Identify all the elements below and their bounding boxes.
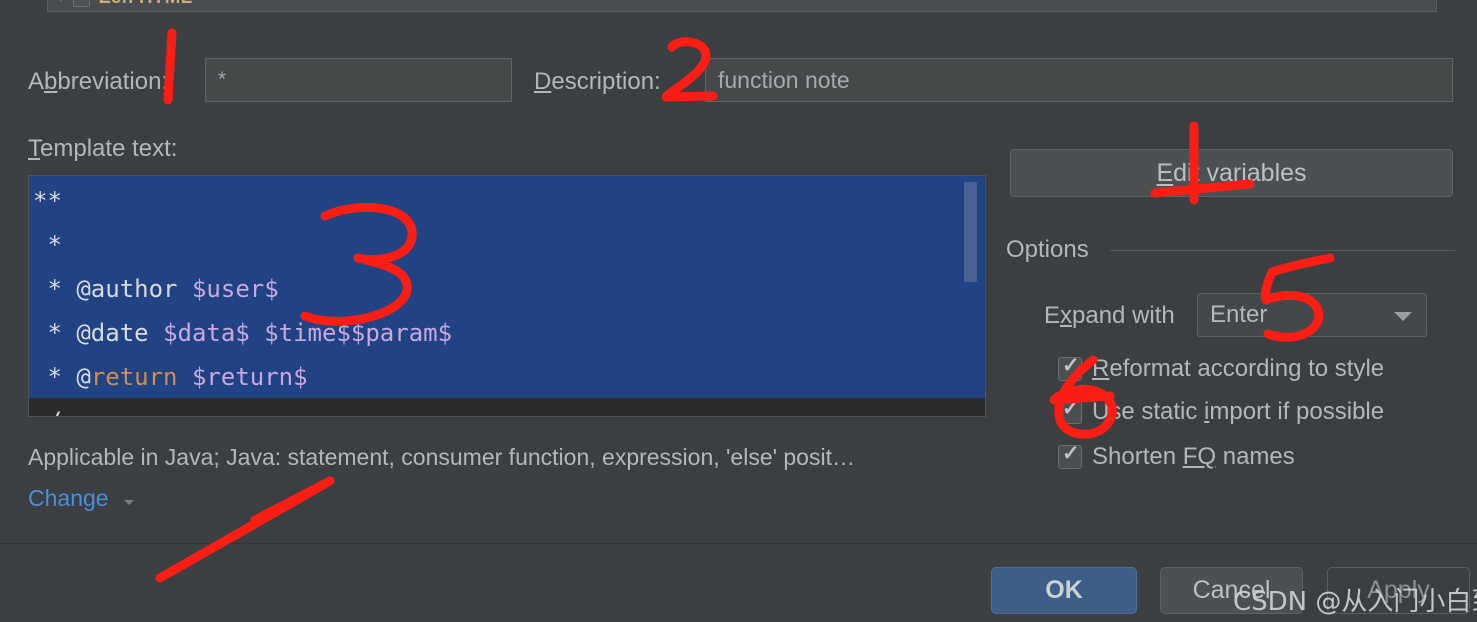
change-context-link[interactable]: Change	[28, 485, 109, 512]
template-tree-strip: Zen HTML	[0, 0, 1477, 12]
code-line: *	[33, 223, 452, 267]
code-token: *	[33, 231, 62, 259]
code-token: $return$	[191, 363, 308, 391]
template-text-editor[interactable]: ** * * @author $user$ * @date $data$ $ti…	[28, 175, 986, 417]
abbreviation-description-row: Abbreviation: * Description: function no…	[0, 58, 1477, 106]
editor-scrollbar-thumb[interactable]	[964, 182, 977, 282]
cancel-button[interactable]: Cancel	[1160, 567, 1303, 614]
checkbox-icon[interactable]	[1058, 441, 1082, 469]
live-templates-dialog: Zen HTML Abbreviation: * Description: fu…	[0, 0, 1477, 622]
expand-with-select[interactable]: Enter	[1197, 293, 1427, 337]
tree-item-checkbox[interactable]	[73, 0, 90, 7]
expand-with-label: Expand with	[1044, 302, 1175, 329]
code-token: /	[33, 407, 61, 416]
options-section-title: Options	[1006, 236, 1089, 263]
apply-button[interactable]: Apply	[1327, 567, 1470, 614]
code-token: **	[33, 187, 62, 215]
checkbox-icon[interactable]	[1058, 396, 1082, 424]
checkbox-use-static-import[interactable]: Use static import if possible	[1058, 396, 1385, 426]
description-input[interactable]: function note	[705, 58, 1453, 102]
code-token: *	[33, 319, 77, 347]
code-line: * @author $user$	[33, 267, 452, 311]
options-divider	[1110, 250, 1455, 251]
chevron-down-icon[interactable]	[1394, 312, 1412, 321]
template-code: ** * * @author $user$ * @date $data$ $ti…	[33, 179, 452, 416]
checkbox-reformat-according-to-style[interactable]: Reformat according to style	[1058, 353, 1385, 383]
checkbox-label: Shorten FQ names	[1092, 443, 1295, 470]
checkbox-shorten-fq-names[interactable]: Shorten FQ names	[1058, 441, 1295, 471]
code-token: $data$ $time$$param$	[163, 319, 453, 347]
abbreviation-input[interactable]: *	[205, 58, 512, 102]
template-text-label: Template text:	[28, 135, 178, 162]
code-token: $user$	[191, 275, 279, 303]
abbreviation-label: Abbreviation:	[28, 68, 169, 95]
chevron-down-icon[interactable]	[124, 500, 134, 505]
ok-button[interactable]: OK	[991, 567, 1137, 614]
dialog-footer: OK Cancel Apply	[0, 544, 1477, 622]
code-token: return	[90, 363, 178, 391]
checkbox-label: Reformat according to style	[1092, 355, 1385, 382]
checkbox-label: Use static import if possible	[1092, 398, 1385, 425]
description-label: Description:	[534, 68, 661, 95]
code-token: *	[33, 363, 77, 391]
checkbox-icon[interactable]	[1058, 353, 1082, 381]
code-line: * @date $data$ $time$$param$	[33, 311, 452, 355]
chevron-down-icon[interactable]	[57, 0, 65, 1]
code-token: @date	[76, 319, 149, 347]
code-line: * @return $return$	[33, 355, 452, 399]
code-token: @	[76, 363, 91, 391]
expand-with-value: Enter	[1210, 301, 1268, 328]
code-line: /	[33, 399, 452, 416]
edit-variables-button[interactable]: Edit variables	[1010, 149, 1453, 197]
tree-item-label: Zen HTML	[99, 0, 192, 9]
code-token: @author	[76, 275, 178, 303]
dialog-body: Abbreviation: * Description: function no…	[0, 12, 1477, 542]
code-line: **	[33, 179, 452, 223]
tree-item-zen-html[interactable]: Zen HTML	[47, 0, 1437, 12]
applicable-context-text: Applicable in Java; Java: statement, con…	[28, 444, 855, 470]
code-token: *	[33, 275, 77, 303]
